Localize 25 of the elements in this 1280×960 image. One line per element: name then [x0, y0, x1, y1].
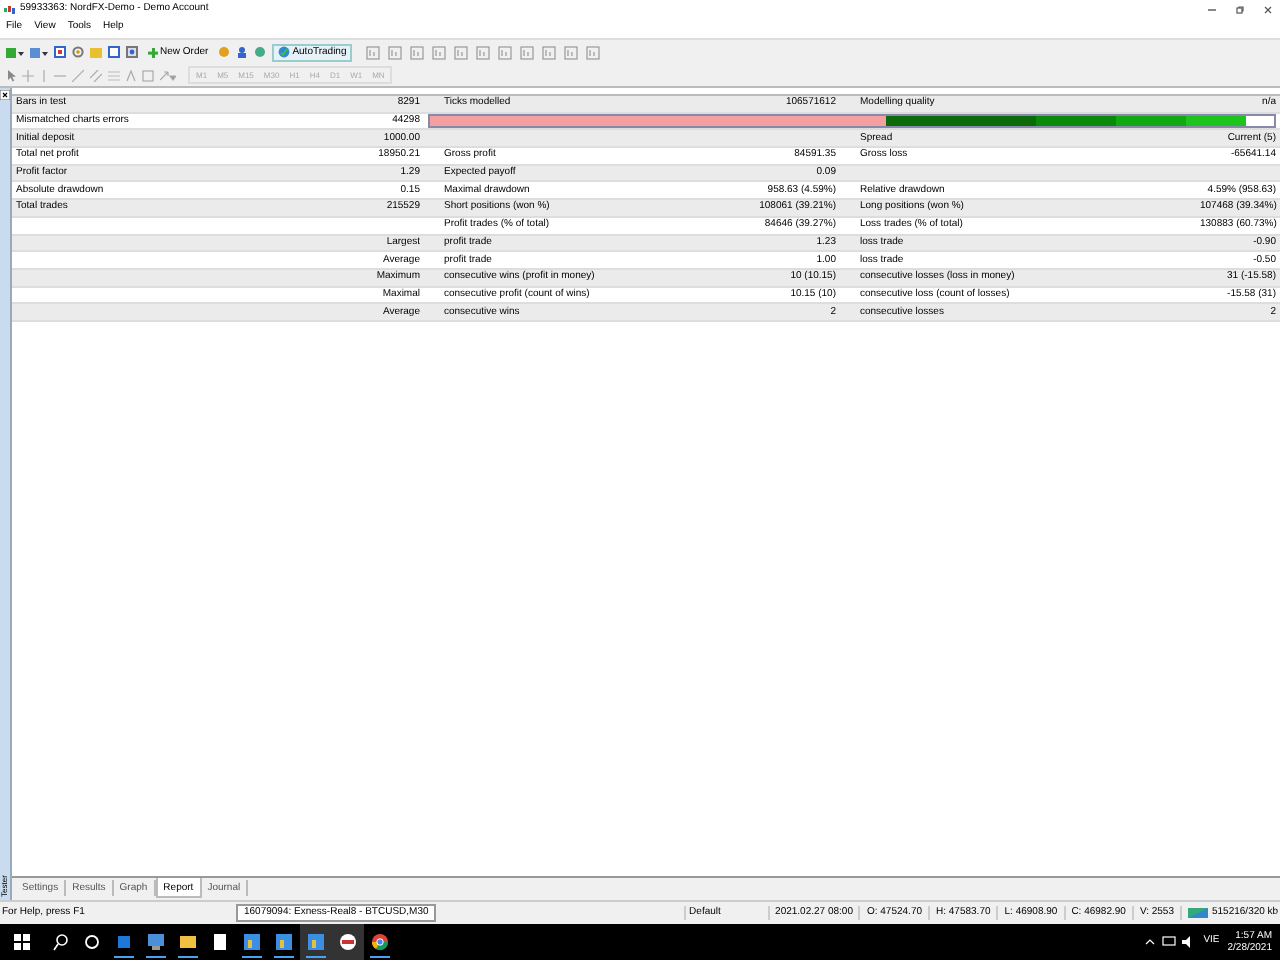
channel-icon[interactable] — [90, 69, 102, 81]
app-icon — [4, 5, 16, 13]
connection-icon — [1188, 908, 1208, 918]
chevron-up-icon[interactable] — [1143, 938, 1156, 946]
trendline-icon[interactable] — [72, 69, 84, 81]
network-icon[interactable] — [1161, 936, 1176, 948]
tester-icon[interactable] — [126, 46, 138, 58]
restore-icon[interactable] — [1236, 5, 1244, 13]
arrow-icon[interactable] — [160, 69, 176, 81]
autotrading-icon — [278, 46, 291, 58]
circle-app-icon[interactable] — [332, 924, 364, 960]
person-icon[interactable] — [236, 46, 249, 58]
navigator-icon[interactable] — [72, 46, 84, 58]
terminal-icon[interactable] — [108, 46, 120, 58]
minimize-icon[interactable] — [1208, 5, 1216, 13]
new-chart-icon[interactable] — [6, 45, 24, 59]
close-icon[interactable] — [1264, 5, 1272, 13]
market-watch-icon[interactable] — [54, 46, 66, 58]
plus-icon — [148, 47, 158, 57]
speaker-icon[interactable] — [1181, 936, 1196, 948]
chart-app-icon[interactable] — [300, 924, 332, 960]
cursor-icon[interactable] — [6, 69, 16, 81]
close-panel-icon[interactable] — [0, 90, 10, 100]
profile-icon[interactable] — [30, 45, 48, 59]
text-icon[interactable] — [126, 69, 136, 81]
